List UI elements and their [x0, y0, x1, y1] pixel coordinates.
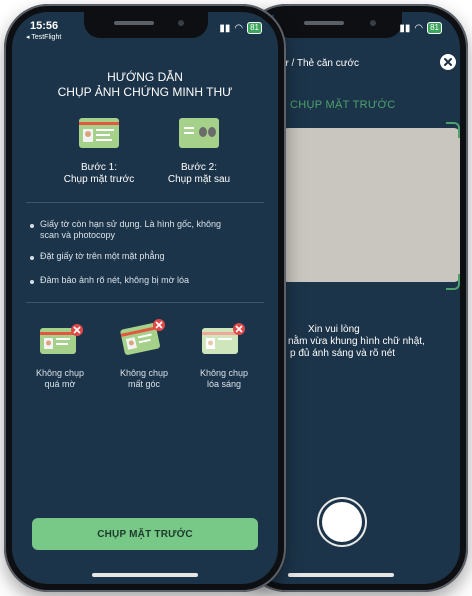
- wifi-icon: ◠: [234, 22, 244, 34]
- wifi-icon: ◠: [414, 22, 424, 34]
- step1-desc: Chụp mặt trước: [63, 174, 135, 185]
- close-icon[interactable]: [440, 54, 456, 70]
- instruction-line-2: nằm vừa khung hình chữ nhật,: [288, 336, 425, 347]
- battery-icon: 81: [427, 22, 442, 34]
- section-title: CHỤP MẶT TRƯỚC: [290, 99, 396, 111]
- cropped-card-icon: [120, 318, 166, 356]
- guide-title-line2: CHỤP ẢNH CHỨNG MINH THƯ: [57, 85, 233, 99]
- step2-desc: Chụp mặt sau: [167, 174, 231, 185]
- tip-2: Đặt giấy tờ trên một mặt phẳng: [40, 251, 165, 261]
- step2-title: Bước 2:: [180, 162, 218, 173]
- glare-card-icon: [200, 322, 246, 358]
- divider-bottom: [26, 302, 264, 303]
- tip-3: Đảm bảo ảnh rõ nét, không bị mờ lóa: [40, 275, 189, 285]
- step1-title: Bước 1:: [80, 162, 118, 173]
- tip-1-line1: Giấy tờ còn hạn sử dụng. Là hình gốc, kh…: [40, 219, 222, 229]
- guide-notch: [84, 12, 208, 38]
- id-card-back-icon: [179, 118, 219, 148]
- camera-notch: [274, 12, 402, 38]
- guide-status-icons: ▮▮ ◠ 81: [219, 22, 262, 34]
- guide-screen: 15:56 ◂ TestFlight ▮▮ ◠ 81 HƯỚNG DẪN CHỤ…: [12, 12, 278, 584]
- id-card-front-icon: [79, 118, 119, 148]
- dont-2-line1: Không chụp: [119, 368, 169, 378]
- dont-1-line1: Không chụp: [35, 368, 85, 378]
- camera-status-icons: ▮▮ ◠ 81: [399, 22, 442, 34]
- tip-bullet: [30, 224, 34, 228]
- divider-top: [26, 202, 264, 203]
- instruction-line-3: p đủ ánh sáng và rõ nét: [290, 348, 396, 359]
- blurry-card-icon: [40, 324, 83, 354]
- guide-title-line1: HƯỚNG DẪN: [107, 70, 183, 84]
- breadcrumb: ư / Thẻ căn cước: [282, 58, 360, 69]
- shutter-button-icon[interactable]: [322, 502, 362, 542]
- guide-phone-frame: 15:56 ◂ TestFlight ▮▮ ◠ 81 HƯỚNG DẪN CHỤ…: [4, 4, 286, 592]
- frame-corner-bottom: [446, 274, 460, 290]
- dont-3-line1: Không chụp: [199, 368, 249, 378]
- status-time: 15:56: [30, 20, 59, 32]
- dont-3-line2: lóa sáng: [206, 379, 242, 389]
- dont-2-line2: mất góc: [127, 379, 160, 389]
- tip-1-line2: scan và photocopy: [40, 230, 116, 240]
- tip-bullet: [30, 256, 34, 260]
- back-to-testflight[interactable]: ◂ TestFlight: [26, 33, 61, 41]
- card-capture-frame: [282, 128, 460, 282]
- frame-corner-top: [446, 122, 460, 138]
- battery-icon: 81: [247, 22, 262, 34]
- guide-home-indicator: [92, 573, 198, 577]
- signal-icon: ▮▮: [219, 22, 231, 34]
- signal-icon: ▮▮: [399, 22, 411, 34]
- tip-bullet: [30, 280, 34, 284]
- dont-1-line2: quá mờ: [44, 379, 76, 389]
- capture-front-button[interactable]: CHỤP MẶT TRƯỚC: [32, 518, 258, 550]
- camera-home-indicator: [288, 573, 394, 577]
- instruction-line-1: Xin vui lòng: [308, 324, 360, 335]
